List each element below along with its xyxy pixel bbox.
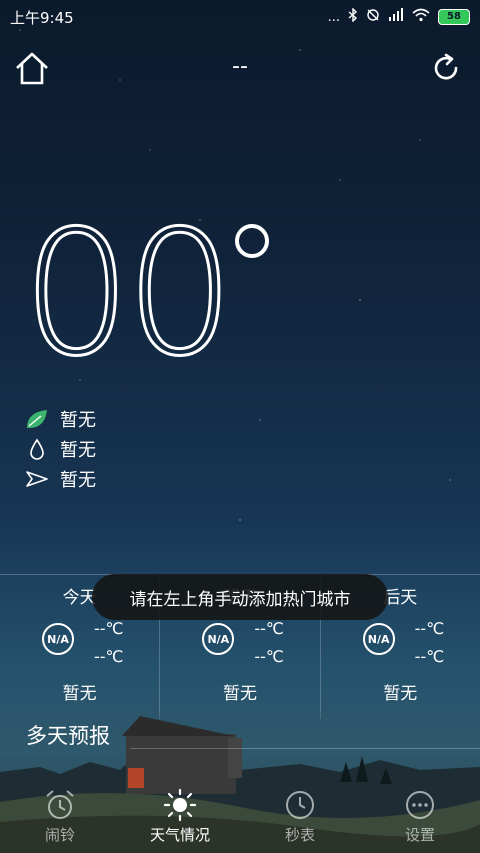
- air-quality-row: 暂无: [24, 404, 96, 434]
- nav-label: 闹铃: [44, 826, 75, 844]
- toast-message: 请在左上角手动添加热门城市: [92, 574, 388, 620]
- refresh-button[interactable]: [430, 52, 462, 84]
- nav-stopwatch[interactable]: 秒表: [240, 787, 360, 853]
- wind-value: 暂无: [60, 470, 96, 491]
- forecast-low: --℃: [254, 647, 284, 666]
- leaf-icon: [24, 407, 50, 431]
- alarm-clock-icon: [46, 790, 74, 819]
- nav-label: 天气情况: [149, 826, 210, 844]
- nav-weather[interactable]: 天气情况: [120, 787, 240, 853]
- nav-label: 秒表: [284, 826, 315, 844]
- weather-na-icon: N/A: [202, 623, 235, 655]
- forecast-desc: 暂无: [383, 684, 418, 704]
- humidity-row: 暂无: [24, 434, 96, 464]
- wind-row: 暂无: [24, 464, 96, 494]
- bluetooth-icon: [348, 7, 358, 26]
- wifi-icon: [412, 8, 430, 26]
- forecast-low: --℃: [414, 647, 445, 666]
- sun-icon: [163, 788, 197, 822]
- status-time: 上午9:45: [10, 8, 74, 27]
- wind-direction-icon: [24, 467, 50, 491]
- temperature-value: 00: [21, 193, 237, 394]
- water-drop-icon: [24, 437, 50, 461]
- status-bar: 上午9:45 ... 58: [0, 0, 480, 34]
- divider: [130, 748, 480, 749]
- bottom-navigation: 闹铃 天气情况 秒表 设置: [0, 787, 480, 853]
- alarm-off-icon: [366, 8, 380, 26]
- humidity-value: 暂无: [60, 440, 96, 461]
- battery-icon: 58: [438, 9, 470, 25]
- refresh-icon: [434, 53, 458, 80]
- current-details: 暂无 暂无 暂无: [24, 404, 96, 494]
- nav-settings[interactable]: 设置: [360, 787, 480, 853]
- top-bar: --: [0, 48, 480, 92]
- status-icons: ... 58: [327, 7, 470, 26]
- air-quality-value: 暂无: [60, 410, 96, 431]
- forecast-low: --℃: [94, 647, 124, 666]
- city-title: --: [232, 54, 248, 79]
- forecast-high: --℃: [254, 619, 284, 638]
- forecast-desc: 暂无: [222, 684, 257, 704]
- more-dots-icon: ...: [327, 9, 340, 25]
- clock-icon: [286, 791, 314, 819]
- forecast-desc: 暂无: [62, 684, 97, 704]
- forecast-high: --℃: [414, 619, 445, 638]
- nav-label: 设置: [404, 826, 435, 844]
- nav-alarm[interactable]: 闹铃: [0, 787, 120, 853]
- forecast-high: --℃: [94, 619, 124, 638]
- weather-na-icon: N/A: [42, 623, 74, 655]
- more-icon: [406, 791, 434, 819]
- current-temperature: 00: [21, 193, 269, 394]
- weather-na-icon: N/A: [362, 623, 395, 655]
- signal-icon: [388, 8, 404, 26]
- degree-symbol: [234, 224, 269, 258]
